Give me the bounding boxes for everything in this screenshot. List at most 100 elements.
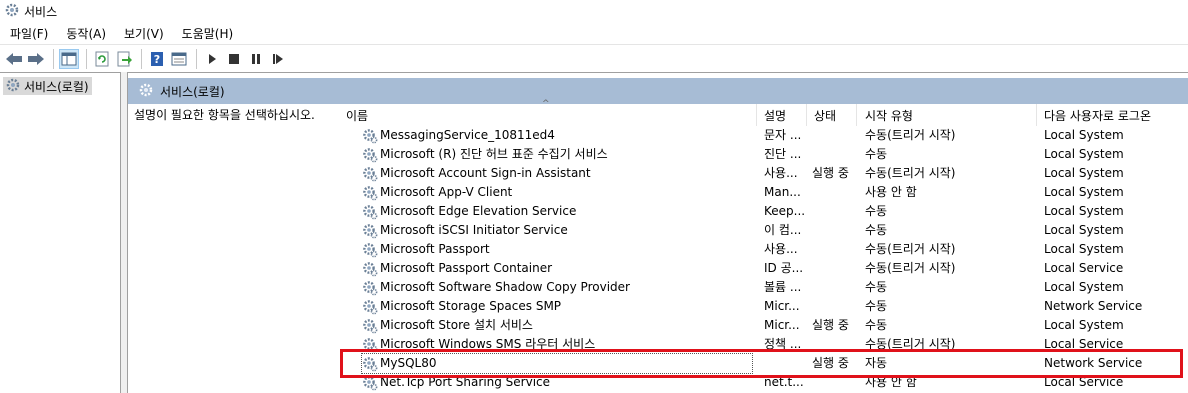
service-name-cell[interactable]: Microsoft Passport Container (362, 259, 752, 278)
service-name-cell[interactable]: MySQL80 (361, 353, 753, 374)
service-name: Microsoft Edge Elevation Service (380, 204, 577, 218)
service-startup-type: 수동(트리거 시작) (865, 166, 956, 180)
menu-help[interactable]: 도움말(H) (172, 25, 242, 42)
service-status (812, 183, 864, 202)
service-status (812, 221, 864, 240)
column-divider[interactable] (1036, 104, 1037, 126)
column-header-startup-type[interactable]: 시작 유형 (865, 104, 1035, 126)
service-status (812, 259, 864, 278)
service-name-cell[interactable]: MessagingService_10811ed4 (362, 126, 752, 145)
service-name-cell[interactable]: Microsoft Storage Spaces SMP (362, 297, 752, 316)
back-icon[interactable] (4, 49, 24, 69)
service-name-cell[interactable]: Microsoft (R) 진단 허브 표준 수집기 서비스 (362, 145, 752, 164)
forward-icon[interactable] (26, 49, 46, 69)
service-gear-icon (362, 299, 378, 315)
pause-service-icon[interactable] (246, 49, 266, 69)
service-row[interactable]: Microsoft (R) 진단 허브 표준 수집기 서비스 진단 ... 수동 Lo… (128, 145, 1188, 164)
services-gear-icon (4, 2, 20, 21)
menu-view[interactable]: 보기(V) (114, 25, 172, 42)
service-status (812, 335, 864, 354)
service-startup-type: 사용 안 함 (865, 375, 917, 389)
help-icon[interactable]: ? (147, 49, 167, 69)
service-status (812, 202, 864, 221)
service-startup-type: 자동 (865, 356, 888, 370)
service-row[interactable]: Microsoft Windows SMS 라우터 서비스 정책 ... 수동(트리… (128, 335, 1188, 354)
service-logon-account: Local System (1044, 128, 1124, 142)
service-row[interactable]: Microsoft Passport 사용... 수동(트리거 시작) Local S… (128, 240, 1188, 259)
service-name: Microsoft Account Sign-in Assistant (380, 166, 591, 180)
service-gear-icon (362, 261, 378, 277)
service-status: 실행 중 (812, 356, 849, 370)
service-row[interactable]: Microsoft iSCSI Initiator Service 이 컴... 수… (128, 221, 1188, 240)
column-header-name[interactable]: 이름 (344, 104, 754, 126)
service-name-cell[interactable]: Microsoft Software Shadow Copy Provider (362, 278, 752, 297)
stop-service-icon[interactable] (224, 49, 244, 69)
tree-item-services-local[interactable]: 서비스(로컬) (3, 77, 92, 95)
service-startup-type: 수동 (865, 299, 888, 313)
service-name: Microsoft Storage Spaces SMP (380, 299, 562, 313)
service-row[interactable]: Microsoft Store 설치 서비스 Micr... 실행 중 수동 Local… (128, 316, 1188, 335)
console-tree: 서비스(로컬) (0, 72, 121, 393)
service-startup-type: 수동 (865, 318, 888, 332)
service-name-cell[interactable]: Microsoft iSCSI Initiator Service (362, 221, 752, 240)
service-startup-type: 수동 (865, 147, 888, 161)
start-service-icon[interactable] (202, 49, 222, 69)
service-status (812, 373, 864, 392)
service-gear-icon (362, 147, 378, 163)
service-description: 정책 ... (764, 337, 802, 351)
service-gear-icon (362, 375, 378, 391)
menu-file[interactable]: 파일(F) (0, 25, 56, 42)
show-hide-console-tree-icon[interactable] (59, 48, 79, 69)
column-divider[interactable] (856, 104, 857, 126)
service-row[interactable]: MessagingService_10811ed4 문자 ... 수동(트리거 시작… (128, 126, 1188, 145)
refresh-icon[interactable] (92, 49, 112, 69)
title-bar: 서비스 (0, 0, 1188, 22)
description-text: 설명이 필요한 항목을 선택하십시오. (134, 108, 315, 122)
service-row[interactable]: Microsoft Storage Spaces SMP Micr... 수동 Net… (128, 297, 1188, 316)
restart-service-icon[interactable] (268, 49, 288, 69)
service-description: 사용... (764, 166, 798, 180)
service-description: 진단 ... (764, 147, 802, 161)
service-logon-account: Local System (1044, 147, 1124, 161)
service-name-cell[interactable]: Net.Tcp Port Sharing Service (362, 373, 752, 392)
service-description: Micr... (764, 299, 800, 313)
export-list-icon[interactable] (114, 49, 134, 69)
column-header-logon[interactable]: 다음 사용자로 로그온 (1044, 104, 1188, 126)
service-row[interactable]: Microsoft App-V Client Man... 사용 안 함 Local … (128, 183, 1188, 202)
service-row[interactable]: Microsoft Edge Elevation Service Keep... 수… (128, 202, 1188, 221)
service-name-cell[interactable]: Microsoft Edge Elevation Service (362, 202, 752, 221)
toolbar: ? (0, 44, 1188, 72)
service-name-cell[interactable]: Microsoft Windows SMS 라우터 서비스 (362, 335, 752, 354)
menu-bar: 파일(F) 동작(A) 보기(V) 도움말(H) (0, 22, 1188, 44)
service-name: MySQL80 (380, 356, 437, 370)
service-logon-account: Local System (1044, 204, 1124, 218)
service-name-cell[interactable]: Microsoft Store 설치 서비스 (362, 316, 752, 335)
service-name-cell[interactable]: Microsoft App-V Client (362, 183, 752, 202)
service-gear-icon (362, 356, 378, 372)
service-logon-account: Local System (1044, 242, 1124, 256)
toolbar-separator (196, 48, 197, 69)
service-row[interactable]: Microsoft Passport Container ID 공... 수동(트리… (128, 259, 1188, 278)
service-row[interactable]: MySQL80 실행 중 자동 Network Service (128, 353, 1188, 374)
service-gear-icon (362, 185, 378, 201)
service-row[interactable]: Microsoft Account Sign-in Assistant 사용...… (128, 164, 1188, 183)
service-gear-icon (362, 318, 378, 334)
service-description: Man... (764, 185, 801, 199)
service-name-cell[interactable]: Microsoft Account Sign-in Assistant (362, 164, 752, 183)
service-name-cell[interactable]: Microsoft Passport (362, 240, 752, 259)
service-row[interactable]: Microsoft Software Shadow Copy Provider 볼… (128, 278, 1188, 297)
column-header-description[interactable]: 설명 (764, 104, 808, 126)
column-header-status[interactable]: 상태 (814, 104, 862, 126)
service-row[interactable]: Net.Tcp Port Sharing Service net.t... 사용 안… (128, 373, 1188, 392)
service-status (812, 126, 864, 145)
column-divider[interactable] (756, 104, 757, 126)
service-name: Microsoft Store 설치 서비스 (380, 318, 533, 332)
service-startup-type: 수동 (865, 223, 888, 237)
service-name: MessagingService_10811ed4 (380, 128, 555, 142)
properties-icon[interactable] (169, 49, 189, 69)
column-divider[interactable] (806, 104, 807, 126)
service-gear-icon (362, 223, 378, 239)
menu-action[interactable]: 동작(A) (56, 25, 114, 42)
service-description: net.t... (764, 375, 804, 389)
service-logon-account: Local Service (1044, 375, 1124, 389)
